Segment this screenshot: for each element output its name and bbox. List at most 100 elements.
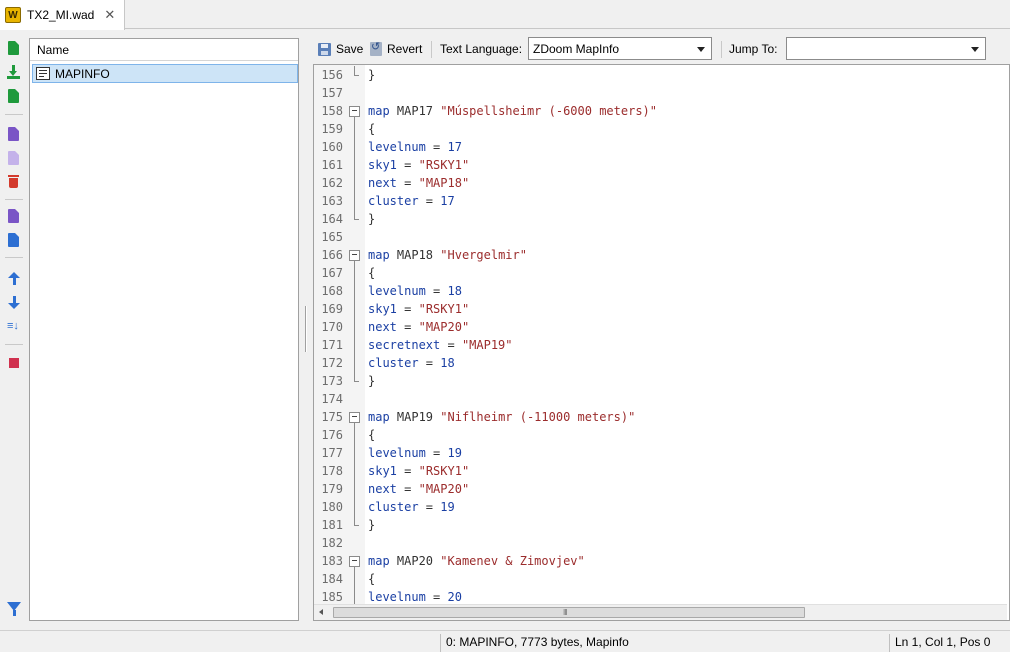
fold-collapse-icon[interactable] — [349, 552, 360, 570]
code-token: = — [418, 356, 441, 370]
list-item[interactable]: MAPINFO — [32, 64, 298, 83]
scrollbar-thumb[interactable]: III — [333, 607, 805, 618]
fold-marker — [349, 372, 360, 390]
fold-marker — [349, 210, 360, 228]
code-line[interactable]: 175 map MAP19 "Niflheimr (-11000 meters)" — [314, 408, 1007, 426]
code-line[interactable]: 179 next = "MAP20" — [314, 480, 1007, 498]
export-as-button[interactable] — [7, 233, 21, 247]
code-line[interactable]: 183 map MAP20 "Kamenev & Zimovjev" — [314, 552, 1007, 570]
fold-collapse-icon[interactable] — [349, 246, 360, 264]
code-text: levelnum = 18 — [368, 282, 462, 300]
code-line[interactable]: 173} — [314, 372, 1007, 390]
line-number: 161 — [321, 158, 343, 172]
code-token: = — [440, 338, 462, 352]
code-line[interactable]: 172 cluster = 18 — [314, 354, 1007, 372]
code-line[interactable]: 156} — [314, 66, 1007, 84]
code-token: { — [368, 428, 376, 442]
fold-marker — [349, 534, 360, 552]
panel-splitter[interactable] — [305, 306, 307, 352]
code-line[interactable]: 181} — [314, 516, 1007, 534]
code-token: sky1 — [368, 158, 397, 172]
code-token: 17 — [447, 140, 462, 154]
import-files-button[interactable] — [7, 89, 21, 103]
code-line[interactable]: 158 map MAP17 "Múspellsheimr (-6000 meter… — [314, 102, 1007, 120]
move-down-button[interactable] — [7, 296, 21, 310]
code-area[interactable]: 156} 157 158 map MAP17 "Múspellsheimr (-600… — [314, 66, 1007, 606]
code-text: cluster = 17 — [368, 192, 455, 210]
code-token: "RSKY1" — [418, 158, 470, 172]
column-header-name[interactable]: Name — [30, 39, 298, 61]
text-language-value: ZDoom MapInfo — [533, 41, 620, 56]
bookmark-button[interactable] — [7, 358, 21, 372]
line-number: 157 — [321, 86, 343, 100]
code-token: = — [418, 500, 441, 514]
code-line[interactable]: 177 levelnum = 19 — [314, 444, 1007, 462]
code-line[interactable]: 165 — [314, 228, 1007, 246]
scroll-left-icon[interactable] — [319, 609, 323, 615]
code-line[interactable]: 160 levelnum = 17 — [314, 138, 1007, 156]
sort-icon: ≡↓ — [7, 320, 19, 332]
editor-toolbar: Save Revert Text Language: ZDoom MapInfo… — [313, 35, 1010, 63]
code-line[interactable]: 157 — [314, 84, 1007, 102]
line-number: 178 — [321, 464, 343, 478]
code-line[interactable]: 164} — [314, 210, 1007, 228]
fold-marker — [349, 390, 360, 408]
fold-collapse-icon[interactable] — [349, 102, 360, 120]
rename-each-button[interactable] — [7, 151, 21, 165]
code-line[interactable]: 167 { — [314, 264, 1007, 282]
code-line[interactable]: 166 map MAP18 "Hvergelmir" — [314, 246, 1007, 264]
new-entry-button[interactable] — [7, 41, 21, 55]
code-line[interactable]: 159 { — [314, 120, 1007, 138]
close-tab-icon[interactable]: ✕ — [104, 7, 115, 23]
jump-to-select[interactable] — [786, 37, 986, 60]
toolbar-separator — [721, 41, 722, 58]
code-line[interactable]: 180 cluster = 19 — [314, 498, 1007, 516]
new-file-icon — [8, 41, 19, 55]
import-entry-button[interactable] — [7, 65, 21, 79]
code-line[interactable]: 169 sky1 = "RSKY1" — [314, 300, 1007, 318]
text-entry-icon — [36, 67, 50, 80]
code-line[interactable]: 170 next = "MAP20" — [314, 318, 1007, 336]
code-token: cluster — [368, 356, 419, 370]
filter-button[interactable] — [7, 602, 21, 616]
entry-list[interactable]: Name MAPINFO — [29, 38, 299, 621]
code-text: sky1 = "RSKY1" — [368, 300, 469, 318]
save-button[interactable]: Save — [318, 40, 363, 58]
status-entry-info: 0: MAPINFO, 7773 bytes, Mapinfo — [446, 635, 629, 649]
text-editor[interactable]: 156} 157 158 map MAP17 "Múspellsheimr (-600… — [313, 64, 1010, 621]
sort-entries-button[interactable]: ≡↓ — [7, 319, 21, 333]
horizontal-scrollbar[interactable]: III — [314, 604, 1007, 620]
import-files-icon — [8, 89, 19, 103]
code-text: } — [368, 372, 375, 390]
export-as-icon — [8, 233, 19, 247]
fold-marker — [349, 570, 360, 588]
code-line[interactable]: 168 levelnum = 18 — [314, 282, 1007, 300]
export-entry-button[interactable] — [7, 209, 21, 223]
text-language-select[interactable]: ZDoom MapInfo — [528, 37, 712, 60]
code-line[interactable]: 163 cluster = 17 — [314, 192, 1007, 210]
revert-label: Revert — [387, 42, 423, 56]
line-number: 181 — [321, 518, 343, 532]
rename-icon — [8, 127, 19, 141]
code-line[interactable]: 174 — [314, 390, 1007, 408]
fold-marker — [349, 192, 360, 210]
fold-collapse-icon[interactable] — [349, 408, 360, 426]
code-line[interactable]: 178 sky1 = "RSKY1" — [314, 462, 1007, 480]
code-line[interactable]: 184 { — [314, 570, 1007, 588]
code-token: } — [368, 212, 376, 226]
rename-entry-button[interactable] — [7, 127, 21, 141]
code-line[interactable]: 161 sky1 = "RSKY1" — [314, 156, 1007, 174]
code-line[interactable]: 176 { — [314, 426, 1007, 444]
code-token: cluster — [368, 500, 419, 514]
code-line[interactable]: 182 — [314, 534, 1007, 552]
wad-file-icon: W — [5, 7, 21, 23]
revert-button[interactable]: Revert — [370, 40, 422, 58]
scroll-grip: III — [563, 608, 568, 617]
line-number: 166 — [321, 248, 343, 262]
fold-marker — [349, 516, 360, 534]
code-line[interactable]: 162 next = "MAP18" — [314, 174, 1007, 192]
tab-archive[interactable]: W TX2_MI.wad ✕ — [0, 0, 125, 30]
code-line[interactable]: 171 secretnext = "MAP19" — [314, 336, 1007, 354]
move-up-button[interactable] — [7, 272, 21, 286]
delete-entry-button[interactable] — [7, 175, 21, 189]
